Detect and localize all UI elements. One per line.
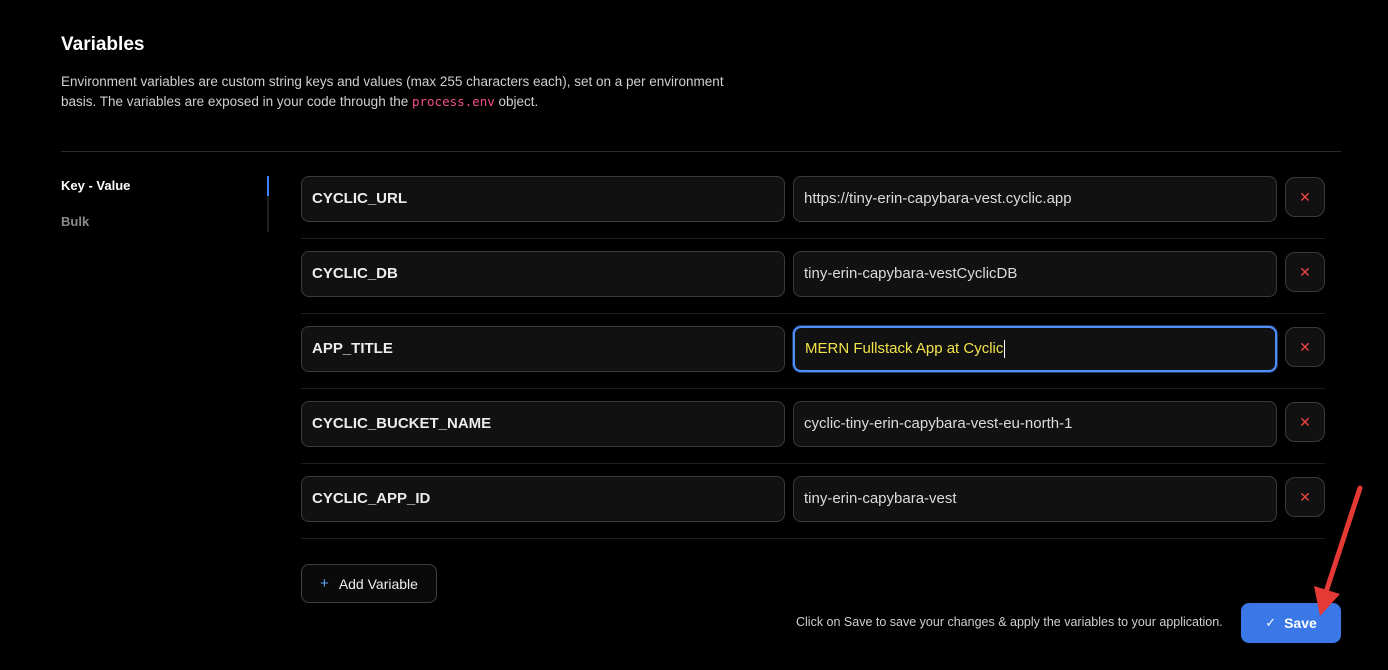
close-icon: ✕ (1299, 263, 1311, 280)
delete-variable-button[interactable]: ✕ (1285, 177, 1325, 217)
save-hint-text: Click on Save to save your changes & app… (796, 615, 1223, 629)
add-variable-button[interactable]: + Add Variable (301, 564, 437, 603)
nav-item-key-value[interactable]: Key - Value (61, 176, 269, 212)
variable-row: CYCLIC_BUCKET_NAME cyclic-tiny-erin-capy… (301, 389, 1325, 464)
section-description: Environment variables are custom string … (61, 72, 761, 112)
variable-key-input[interactable]: CYCLIC_APP_ID (301, 476, 785, 522)
variable-value-input[interactable]: https://tiny-erin-capybara-vest.cyclic.a… (793, 176, 1277, 222)
nav-active-indicator (267, 176, 269, 196)
variable-value-input[interactable]: tiny-erin-capybara-vest (793, 476, 1277, 522)
variable-value-input[interactable]: tiny-erin-capybara-vestCyclicDB (793, 251, 1277, 297)
delete-variable-button[interactable]: ✕ (1285, 252, 1325, 292)
section-divider (61, 151, 1341, 152)
variable-key-input[interactable]: CYCLIC_URL (301, 176, 785, 222)
description-text: Environment variables are custom string … (61, 74, 724, 109)
variable-key-input[interactable]: CYCLIC_DB (301, 251, 785, 297)
close-icon: ✕ (1299, 188, 1311, 205)
delete-variable-button[interactable]: ✕ (1285, 327, 1325, 367)
variable-row: APP_TITLE MERN Fullstack App at Cyclic ✕ (301, 314, 1325, 389)
variables-page: Variables Environment variables are cust… (0, 0, 1388, 670)
close-icon: ✕ (1299, 413, 1311, 430)
nav-rail (267, 176, 269, 232)
nav-item-bulk[interactable]: Bulk (61, 212, 269, 248)
add-variable-label: Add Variable (338, 575, 418, 592)
variable-row: CYCLIC_DB tiny-erin-capybara-vestCyclicD… (301, 239, 1325, 314)
plus-icon: + (320, 575, 329, 592)
variable-value-text: MERN Fullstack App at Cyclic (805, 340, 1004, 357)
section-title: Variables (61, 34, 145, 55)
close-icon: ✕ (1299, 338, 1311, 355)
process-env-code: process.env (411, 94, 495, 109)
annotation-arrow-icon (1314, 485, 1363, 616)
variable-value-input[interactable]: cyclic-tiny-erin-capybara-vest-eu-north-… (793, 401, 1277, 447)
variable-value-input-focused[interactable]: MERN Fullstack App at Cyclic (793, 326, 1277, 372)
variable-row: CYCLIC_URL https://tiny-erin-capybara-ve… (301, 164, 1325, 239)
variable-key-input[interactable]: CYCLIC_BUCKET_NAME (301, 401, 785, 447)
check-icon: ✓ (1265, 615, 1277, 630)
variable-key-input[interactable]: APP_TITLE (301, 326, 785, 372)
editor-mode-nav: Key - Value Bulk (61, 176, 269, 248)
variables-list: CYCLIC_URL https://tiny-erin-capybara-ve… (301, 164, 1325, 539)
variable-row: CYCLIC_APP_ID tiny-erin-capybara-vest ✕ (301, 464, 1325, 539)
description-text-end: object. (494, 94, 539, 109)
text-caret (1004, 340, 1006, 359)
delete-variable-button[interactable]: ✕ (1285, 402, 1325, 442)
